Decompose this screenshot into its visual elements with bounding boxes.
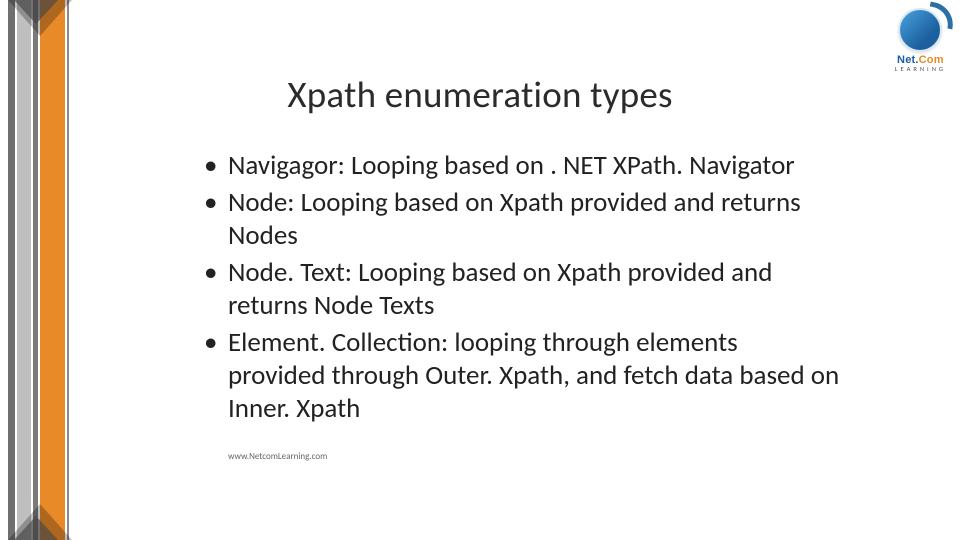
list-item: Node: Looping based on Xpath provided an… — [200, 187, 840, 253]
chevron-up-icon — [14, 516, 58, 540]
chevron-down-icon — [14, 0, 58, 24]
brand-logo: Net.Com LEARNING — [895, 8, 946, 73]
list-item: Navigagor: Looping based on . NET XPath.… — [200, 150, 840, 183]
list-item: Element. Collection: looping through ele… — [200, 327, 840, 426]
list-item: Node. Text: Looping based on Xpath provi… — [200, 257, 840, 323]
footer-url: www.NetcomLearning.com — [228, 451, 327, 462]
globe-swoosh-icon — [898, 8, 942, 52]
slide-body: Navigagor: Looping based on . NET XPath.… — [200, 150, 840, 430]
slide: Net.Com LEARNING Xpath enumeration types… — [0, 0, 960, 540]
bullet-list: Navigagor: Looping based on . NET XPath.… — [200, 150, 840, 426]
slide-title: Xpath enumeration types — [0, 72, 960, 117]
